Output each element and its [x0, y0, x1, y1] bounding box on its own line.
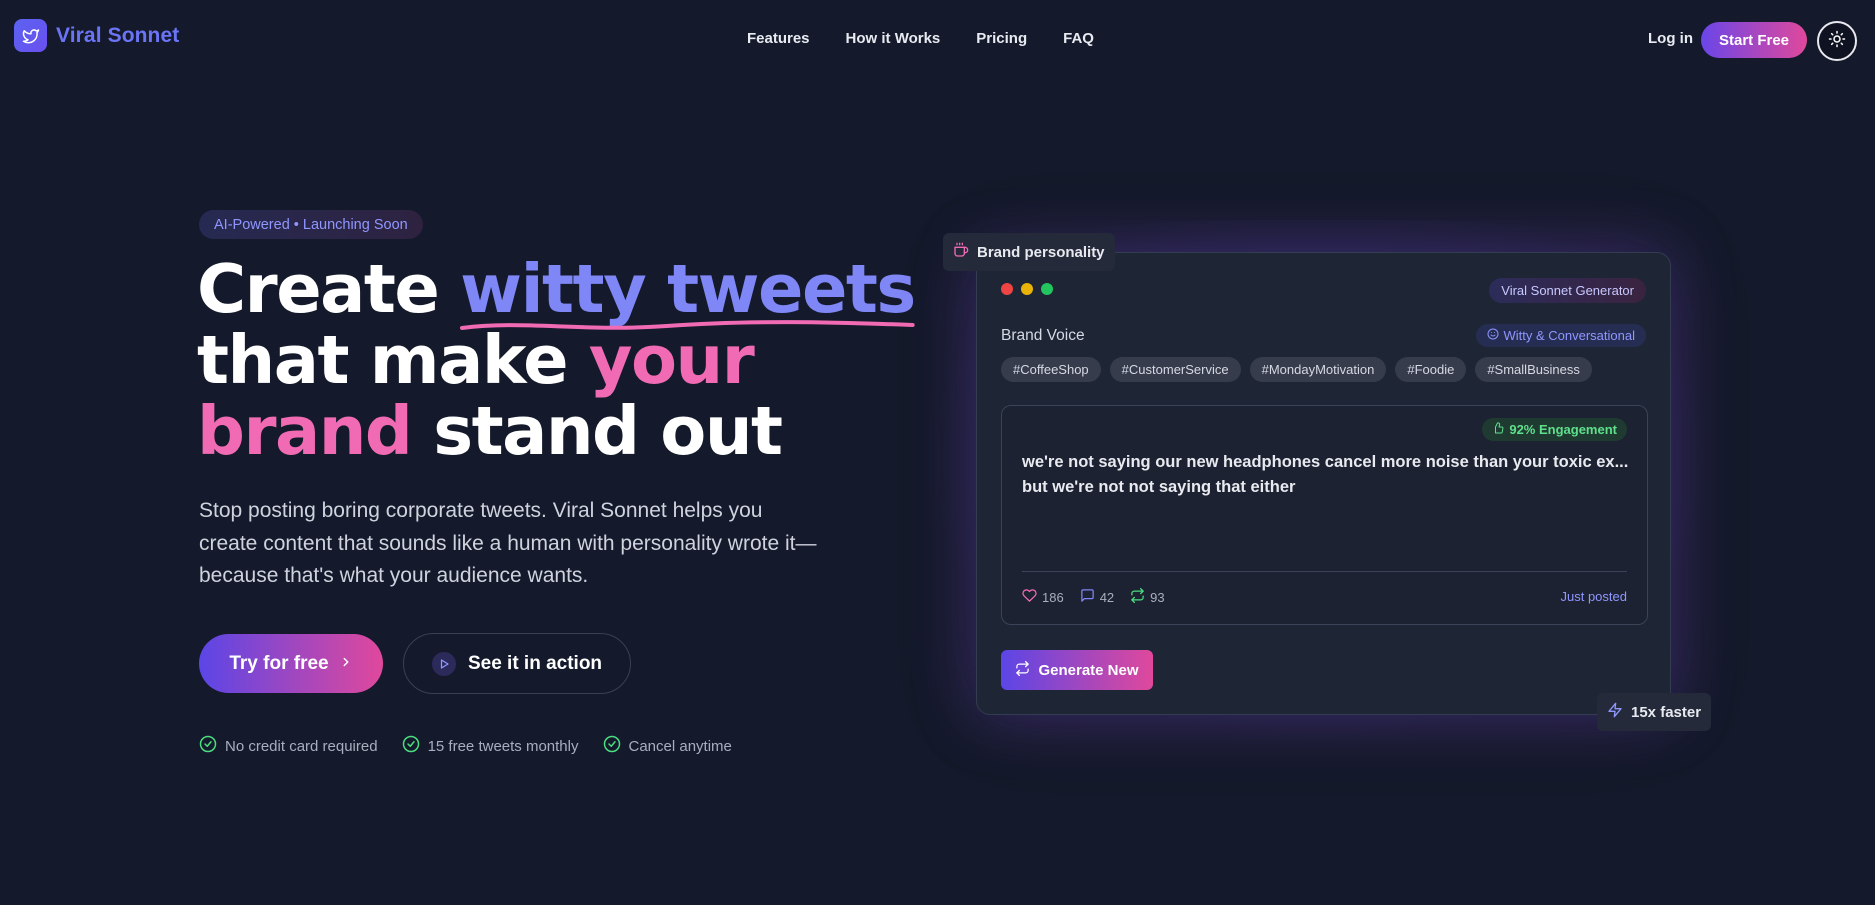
check-item: 15 free tweets monthly: [402, 735, 579, 757]
coffee-icon: [953, 242, 969, 262]
top-nav: Viral Sonnet Features How it Works Prici…: [0, 0, 1875, 76]
brand-voice-label: Brand Voice: [1001, 327, 1085, 344]
likes-count: 186: [1042, 589, 1064, 605]
smile-icon: [1487, 328, 1499, 343]
hashtag-chip[interactable]: #Foodie: [1395, 357, 1467, 382]
tweet-stats: 186 42 93: [1022, 588, 1165, 606]
theme-toggle-button[interactable]: [1817, 21, 1857, 61]
headline-highlight-brand: brand: [197, 392, 413, 470]
tweet-preview: 92% Engagement we're not saying our new …: [1001, 405, 1648, 625]
engagement-label: 92% Engagement: [1509, 422, 1617, 437]
tweet-text: we're not saying our new headphones canc…: [1022, 450, 1632, 499]
posted-status: Just posted: [1560, 589, 1628, 604]
start-free-button[interactable]: Start Free: [1701, 22, 1807, 58]
brand-name: Viral Sonnet: [56, 23, 180, 47]
retweets-count: 93: [1150, 589, 1165, 605]
retweets-stat[interactable]: 93: [1130, 588, 1165, 606]
check-circle-icon: [199, 735, 217, 757]
window-dots: [1001, 283, 1053, 295]
see-it-in-action-button[interactable]: See it in action: [403, 633, 631, 694]
hashtag-chip[interactable]: #MondayMotivation: [1249, 357, 1387, 382]
tweet-line-2: but we're not not saying that either: [1022, 477, 1296, 496]
voice-tag: Witty & Conversational: [1475, 324, 1646, 347]
generate-new-label: Generate New: [1038, 661, 1139, 679]
generate-new-button[interactable]: Generate New: [1001, 650, 1153, 690]
benefit-checks: No credit card required 15 free tweets m…: [199, 735, 732, 757]
comments-stat[interactable]: 42: [1080, 588, 1114, 606]
check-circle-icon: [402, 735, 420, 757]
tweet-line-1: we're not saying our new headphones canc…: [1022, 453, 1629, 471]
check-item: Cancel anytime: [603, 735, 732, 757]
check-circle-icon: [603, 735, 621, 757]
likes-stat[interactable]: 186: [1022, 588, 1064, 606]
headline-part-1: Create: [197, 250, 461, 328]
retweet-icon: [1130, 588, 1145, 606]
speed-chip: 15x faster: [1597, 693, 1712, 731]
check-item-label: Cancel anytime: [628, 737, 732, 755]
brand-personality-label: Brand personality: [977, 243, 1105, 261]
yellow-dot: [1021, 283, 1033, 295]
hero-headline: Create witty tweets that make your brand…: [197, 254, 916, 470]
voice-tag-label: Witty & Conversational: [1503, 328, 1636, 343]
green-dot: [1041, 283, 1053, 295]
see-it-in-action-label: See it in action: [467, 652, 603, 674]
try-for-free-label: Try for free: [229, 652, 329, 674]
headline-highlight-1-text: witty tweets: [460, 250, 916, 328]
brand-personality-chip: Brand personality: [943, 233, 1115, 271]
try-for-free-button[interactable]: Try for free: [199, 634, 383, 693]
generator-badge: Viral Sonnet Generator: [1489, 278, 1646, 303]
brand-logo[interactable]: Viral Sonnet: [14, 19, 179, 52]
nav-link-how-it-works[interactable]: How it Works: [846, 30, 941, 47]
tweet-generator-card: Viral Sonnet Generator Brand Voice Witty…: [976, 252, 1671, 715]
launch-badge: AI-Powered • Launching Soon: [199, 210, 423, 239]
chevron-right-icon: [339, 653, 353, 675]
thumbs-up-icon: [1492, 422, 1504, 437]
login-link[interactable]: Log in: [1648, 30, 1693, 47]
bird-icon: [14, 19, 47, 52]
comment-icon: [1080, 588, 1095, 606]
red-dot: [1001, 283, 1013, 295]
hero-subtitle: Stop posting boring corporate tweets. Vi…: [199, 499, 817, 587]
headline-part-3: stand out: [411, 392, 783, 470]
nav-link-pricing[interactable]: Pricing: [976, 30, 1027, 47]
check-item: No credit card required: [199, 735, 378, 757]
hashtag-chip[interactable]: #CustomerService: [1109, 357, 1241, 382]
headline-highlight-witty-tweets: witty tweets: [460, 250, 916, 330]
engagement-badge: 92% Engagement: [1482, 418, 1627, 441]
hashtag-chip[interactable]: #SmallBusiness: [1475, 357, 1592, 382]
lightning-icon: [1607, 702, 1623, 722]
heart-icon: [1022, 588, 1037, 606]
tweet-divider: [1022, 571, 1627, 572]
squiggle-underline: [460, 320, 915, 330]
nav-link-faq[interactable]: FAQ: [1063, 30, 1094, 47]
nav-link-features[interactable]: Features: [747, 30, 810, 47]
check-item-label: 15 free tweets monthly: [427, 737, 579, 755]
refresh-icon: [1015, 660, 1030, 680]
check-item-label: No credit card required: [225, 737, 378, 755]
play-icon: [431, 651, 456, 676]
comments-count: 42: [1099, 589, 1115, 605]
sun-icon: [1828, 30, 1846, 53]
hashtag-chip[interactable]: #CoffeeShop: [1001, 357, 1101, 382]
speed-label: 15x faster: [1631, 703, 1702, 721]
hashtag-list: #CoffeeShop #CustomerService #MondayMoti…: [1001, 357, 1592, 382]
